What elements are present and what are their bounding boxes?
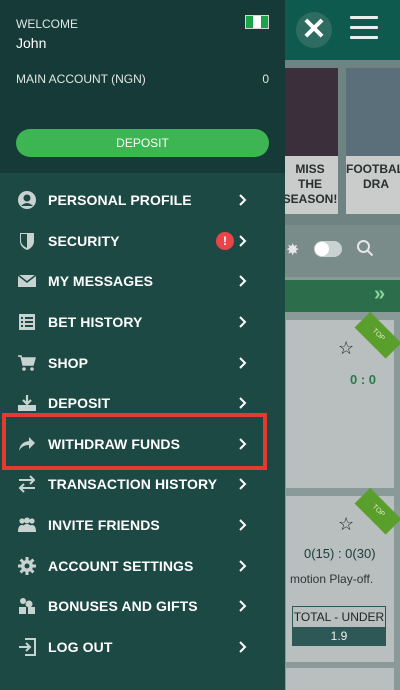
- promo-caption: FOOTBALL DRA: [346, 162, 400, 191]
- top-ribbon: TOP: [354, 487, 400, 535]
- menu-item-bet-history[interactable]: BET HISTORY: [0, 302, 285, 343]
- menu-item-label: MY MESSAGES: [48, 273, 154, 290]
- menu-item-shop[interactable]: SHOP: [0, 342, 285, 383]
- menu-item-label: INVITE FRIENDS: [48, 517, 160, 534]
- menu-item-my-messages[interactable]: MY MESSAGES: [0, 261, 285, 302]
- side-drawer: WELCOME John MAIN ACCOUNT (NGN) 0 DEPOSI…: [0, 0, 285, 690]
- event-card[interactable]: TOP ☆ 0 : 0: [286, 311, 400, 488]
- chevron-right-icon: [239, 275, 247, 288]
- menu-item-label: LOG OUT: [48, 638, 113, 655]
- odds-button[interactable]: TOTAL - UNDER 1.9: [292, 606, 386, 646]
- chevron-right-icon: [239, 235, 247, 247]
- event-description: motion Play-off.: [290, 572, 374, 586]
- event-score: 0(15) : 0(30): [304, 546, 376, 561]
- chevron-right-icon: [239, 641, 247, 653]
- live-icon[interactable]: ✸: [286, 240, 299, 260]
- top-ribbon: TOP: [354, 311, 400, 359]
- chevron-right-icon: [239, 519, 247, 531]
- event-card[interactable]: [286, 668, 394, 690]
- close-drawer-button[interactable]: ✕: [296, 12, 332, 48]
- chevron-right-icon: [239, 559, 247, 572]
- menu-item-transaction-history[interactable]: TRANSACTION HISTORY: [0, 464, 285, 505]
- alert-badge: !: [216, 231, 234, 250]
- promo-caption: MISS THE SEASON!: [282, 162, 338, 206]
- chevron-right-icon: [239, 356, 247, 369]
- promo-image: [346, 68, 400, 156]
- person-icon: [17, 190, 37, 210]
- event-score: 0 : 0: [350, 372, 377, 387]
- gift-icon: [17, 596, 37, 616]
- menu-item-label: PERSONAL PROFILE: [48, 192, 192, 209]
- toggle-switch[interactable]: [314, 241, 342, 257]
- menu-item-personal-profile[interactable]: PERSONAL PROFILE: [0, 180, 285, 221]
- menu-item-label: TRANSACTION HISTORY: [48, 476, 218, 493]
- shield-icon: [17, 231, 37, 251]
- menu-item-label: ACCOUNT SETTINGS: [48, 557, 194, 574]
- chevron-right-icon: [239, 478, 247, 491]
- welcome-label: WELCOME: [16, 17, 79, 31]
- chevron-right-icon: [239, 600, 247, 612]
- menu-item-label: SHOP: [48, 354, 89, 371]
- deposit-button[interactable]: DEPOSIT: [16, 129, 269, 157]
- download-icon: [17, 393, 37, 413]
- chevron-right-icon: [239, 194, 247, 207]
- odds-value: 1.9: [293, 627, 385, 645]
- favorite-star-icon[interactable]: ☆: [338, 514, 354, 535]
- account-label: MAIN ACCOUNT (NGN): [16, 72, 146, 86]
- gear-icon: [17, 556, 37, 576]
- promo-card[interactable]: FOOTBALL DRA: [346, 68, 400, 214]
- chevron-right-icon: [239, 316, 247, 328]
- cart-icon: [17, 353, 37, 373]
- menu-item-log-out[interactable]: LOG OUT: [0, 627, 285, 668]
- menu-item-label: BONUSES AND GIFTS: [48, 598, 198, 615]
- chevron-right-icon: [239, 397, 247, 409]
- promo-card[interactable]: MISS THE SEASON!: [282, 68, 338, 214]
- account-balance: 0: [262, 72, 269, 86]
- menu-item-label: SECURITY: [48, 232, 120, 249]
- logout-icon: [17, 637, 37, 657]
- menu-item-label: DEPOSIT: [48, 395, 111, 412]
- menu-item-security[interactable]: SECURITY !: [0, 221, 285, 262]
- highlight-box: [2, 413, 267, 470]
- nigeria-flag-icon: [245, 15, 269, 29]
- favorite-star-icon[interactable]: ☆: [338, 338, 354, 359]
- swap-arrows-icon: [17, 474, 37, 494]
- event-card[interactable]: TOP ☆ 0(15) : 0(30) motion Play-off. TOT…: [286, 487, 400, 662]
- menu-item-label: BET HISTORY: [48, 314, 143, 331]
- drawer-header: WELCOME John MAIN ACCOUNT (NGN) 0 DEPOSI…: [0, 0, 285, 173]
- search-icon[interactable]: [356, 239, 374, 257]
- promo-image: [282, 68, 338, 156]
- list-icon: [17, 312, 37, 332]
- menu-item-bonuses-and-gifts[interactable]: BONUSES AND GIFTS: [0, 586, 285, 627]
- double-chevron-icon[interactable]: »: [374, 283, 385, 306]
- people-icon: [17, 515, 37, 535]
- hamburger-menu-icon[interactable]: [350, 16, 378, 40]
- menu-item-invite-friends[interactable]: INVITE FRIENDS: [0, 505, 285, 546]
- menu-item-account-settings[interactable]: ACCOUNT SETTINGS: [0, 545, 285, 586]
- envelope-icon: [17, 271, 37, 291]
- odds-label: TOTAL - UNDER: [293, 610, 385, 624]
- username: John: [16, 35, 47, 51]
